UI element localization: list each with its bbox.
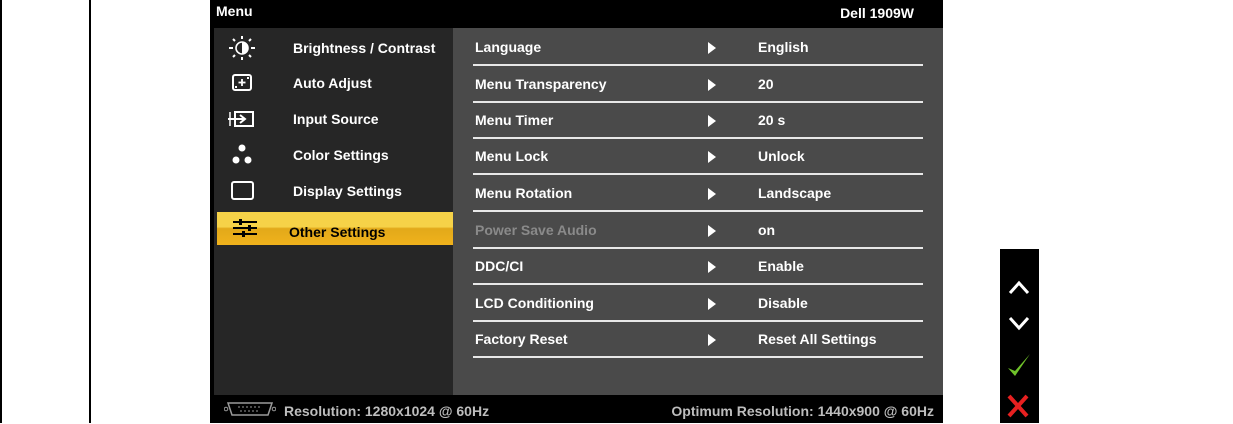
setting-value: Reset All Settings	[758, 331, 877, 347]
menu-item-label: Other Settings	[289, 224, 386, 240]
setting-value: 20 s	[758, 112, 786, 128]
arrow-right-icon	[708, 115, 716, 127]
setting-value: 20	[758, 76, 774, 92]
menu-item-input-source[interactable]: Input Source	[214, 103, 453, 136]
arrow-right-icon	[708, 261, 716, 273]
arrow-right-icon	[708, 334, 716, 346]
setting-row-factory-reset[interactable]: Factory Reset Reset All Settings	[473, 321, 923, 358]
setting-name: Menu Transparency	[475, 76, 607, 92]
setting-row-lcd-conditioning[interactable]: LCD Conditioning Disable	[473, 285, 923, 322]
menu-item-other-settings[interactable]: Other Settings	[217, 212, 453, 245]
frame-right-line	[89, 0, 91, 423]
exit-button[interactable]	[1000, 384, 1039, 424]
setting-name: DDC/CI	[475, 258, 524, 274]
setting-value: English	[758, 39, 809, 55]
setting-row-menu-transparency[interactable]: Menu Transparency 20	[473, 66, 923, 103]
arrow-right-icon	[708, 188, 716, 200]
menu-item-label: Input Source	[293, 111, 379, 127]
osd-menu: Menu Dell 1909W Brightness / Contrast Au…	[210, 0, 943, 423]
setting-row-ddcci[interactable]: DDC/CI Enable	[473, 248, 923, 285]
settings-panel: Language English Menu Transparency 20 Me…	[453, 28, 943, 395]
optimum-resolution-text: Optimum Resolution: 1440x900 @ 60Hz	[671, 403, 934, 419]
menu-item-label: Brightness / Contrast	[293, 40, 436, 56]
ok-button[interactable]	[1000, 344, 1039, 384]
arrow-right-icon	[708, 151, 716, 163]
other-settings-icon	[231, 216, 259, 240]
setting-value: Disable	[758, 295, 808, 311]
setting-row-language[interactable]: Language English	[473, 29, 923, 66]
setting-name: Menu Timer	[475, 112, 554, 128]
menu-item-label: Color Settings	[293, 147, 389, 163]
menu-item-color-settings[interactable]: Color Settings	[214, 139, 453, 172]
display-settings-icon	[228, 179, 256, 203]
auto-adjust-icon	[228, 71, 256, 95]
osd-title: Menu	[216, 3, 253, 19]
menu-item-brightness-contrast[interactable]: Brightness / Contrast	[214, 32, 453, 65]
brightness-icon	[228, 36, 256, 60]
setting-row-menu-lock[interactable]: Menu Lock Unlock	[473, 138, 923, 175]
menu-item-auto-adjust[interactable]: Auto Adjust	[214, 67, 453, 100]
arrow-right-icon	[708, 225, 716, 237]
up-button[interactable]	[1000, 267, 1039, 307]
menu-item-label: Auto Adjust	[293, 75, 372, 91]
osd-footer: Resolution: 1280x1024 @ 60Hz Optimum Res…	[214, 395, 943, 423]
category-panel: Brightness / Contrast Auto Adjust Input …	[214, 28, 453, 395]
setting-row-power-save-audio: Power Save Audio on	[473, 212, 923, 249]
monitor-button-strip	[1000, 249, 1039, 423]
setting-value: Unlock	[758, 148, 805, 164]
setting-value: Landscape	[758, 185, 832, 201]
setting-value: Enable	[758, 258, 804, 274]
setting-row-menu-rotation[interactable]: Menu Rotation Landscape	[473, 175, 923, 212]
osd-header: Menu Dell 1909W	[214, 0, 943, 28]
resolution-text: Resolution: 1280x1024 @ 60Hz	[284, 403, 490, 419]
color-settings-icon	[228, 143, 256, 167]
setting-name: Menu Lock	[475, 148, 549, 164]
setting-name: Language	[475, 39, 542, 55]
model-name: Dell 1909W	[840, 5, 914, 21]
menu-item-display-settings[interactable]: Display Settings	[214, 175, 453, 208]
row-separator	[473, 356, 923, 358]
frame-left-line	[0, 0, 2, 423]
input-source-icon	[228, 107, 256, 131]
vga-icon	[223, 401, 277, 417]
arrow-right-icon	[708, 298, 716, 310]
setting-name: LCD Conditioning	[475, 295, 594, 311]
setting-name: Factory Reset	[475, 331, 568, 347]
menu-item-label: Display Settings	[293, 183, 402, 199]
setting-name: Power Save Audio	[475, 222, 597, 238]
down-button[interactable]	[1000, 304, 1039, 344]
setting-value: on	[758, 222, 776, 238]
setting-row-menu-timer[interactable]: Menu Timer 20 s	[473, 102, 923, 139]
arrow-right-icon	[708, 79, 716, 91]
setting-name: Menu Rotation	[475, 185, 573, 201]
arrow-right-icon	[708, 42, 716, 54]
